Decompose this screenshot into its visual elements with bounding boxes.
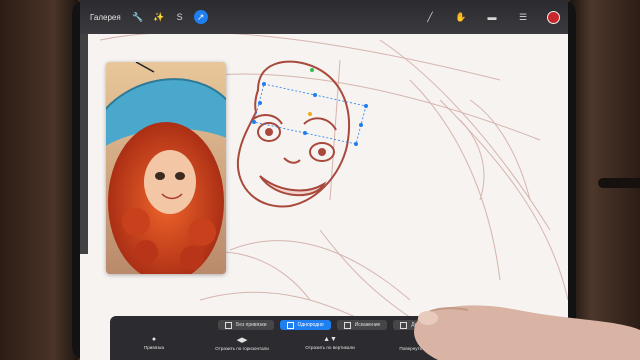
mode-label: Без привязки — [236, 322, 267, 328]
mode-freeform[interactable]: Без привязки — [218, 320, 274, 330]
toolbar-right-group: ╱ ✋ ▬ ☰ — [423, 10, 560, 24]
reference-window[interactable] — [106, 62, 226, 274]
transform-arrow-icon[interactable]: ↗ — [193, 10, 208, 24]
color-picker-button[interactable] — [547, 10, 560, 24]
layers-icon[interactable]: ☰ — [516, 10, 530, 24]
flip-vertical-icon: ▲▼ — [323, 336, 337, 343]
warp-icon — [400, 321, 408, 329]
reference-image — [106, 62, 226, 274]
snapping-button[interactable]: ● Привязка — [110, 336, 198, 351]
freeform-icon — [225, 321, 232, 329]
magnet-icon: ● — [151, 336, 157, 343]
eraser-icon[interactable]: ▬ — [485, 10, 499, 24]
magic-wand-icon[interactable]: ✨ — [152, 10, 166, 24]
desk-left — [0, 0, 78, 360]
brush-icon[interactable]: ╱ — [423, 10, 437, 24]
gallery-button[interactable]: Галерея — [90, 13, 121, 22]
top-toolbar: Галерея 🔧 ✨ S ↗ ╱ ✋ ▬ ☰ — [80, 0, 568, 34]
wrench-icon[interactable]: 🔧 — [131, 10, 145, 24]
distort-icon — [343, 321, 351, 329]
hand-with-stylus — [414, 305, 640, 360]
selection-icon[interactable]: S — [173, 10, 187, 24]
action-label: Привязка — [143, 345, 165, 350]
mode-uniform[interactable]: Однородно — [279, 320, 331, 330]
action-label: Отразить по горизонтали — [215, 346, 269, 351]
flip-vertical-button[interactable]: ▲▼ Отразить по вертикали — [286, 336, 374, 351]
mode-label: Однородно — [297, 322, 324, 328]
mode-distort[interactable]: Искажение — [336, 320, 388, 330]
flip-horizontal-button[interactable]: ◀▶ Отразить по горизонтали — [198, 336, 286, 351]
action-label: Отразить по вертикали — [305, 345, 355, 350]
charging-cable — [598, 178, 640, 188]
mode-label: Искажение — [354, 322, 381, 328]
uniform-icon — [286, 321, 294, 329]
sidebar-sliders[interactable] — [80, 34, 88, 254]
smudge-icon[interactable]: ✋ — [454, 10, 468, 24]
mode-segmented-control: Без привязки Однородно Искажение Деформ — [218, 320, 438, 330]
flip-horizontal-icon: ◀▶ — [236, 337, 248, 344]
